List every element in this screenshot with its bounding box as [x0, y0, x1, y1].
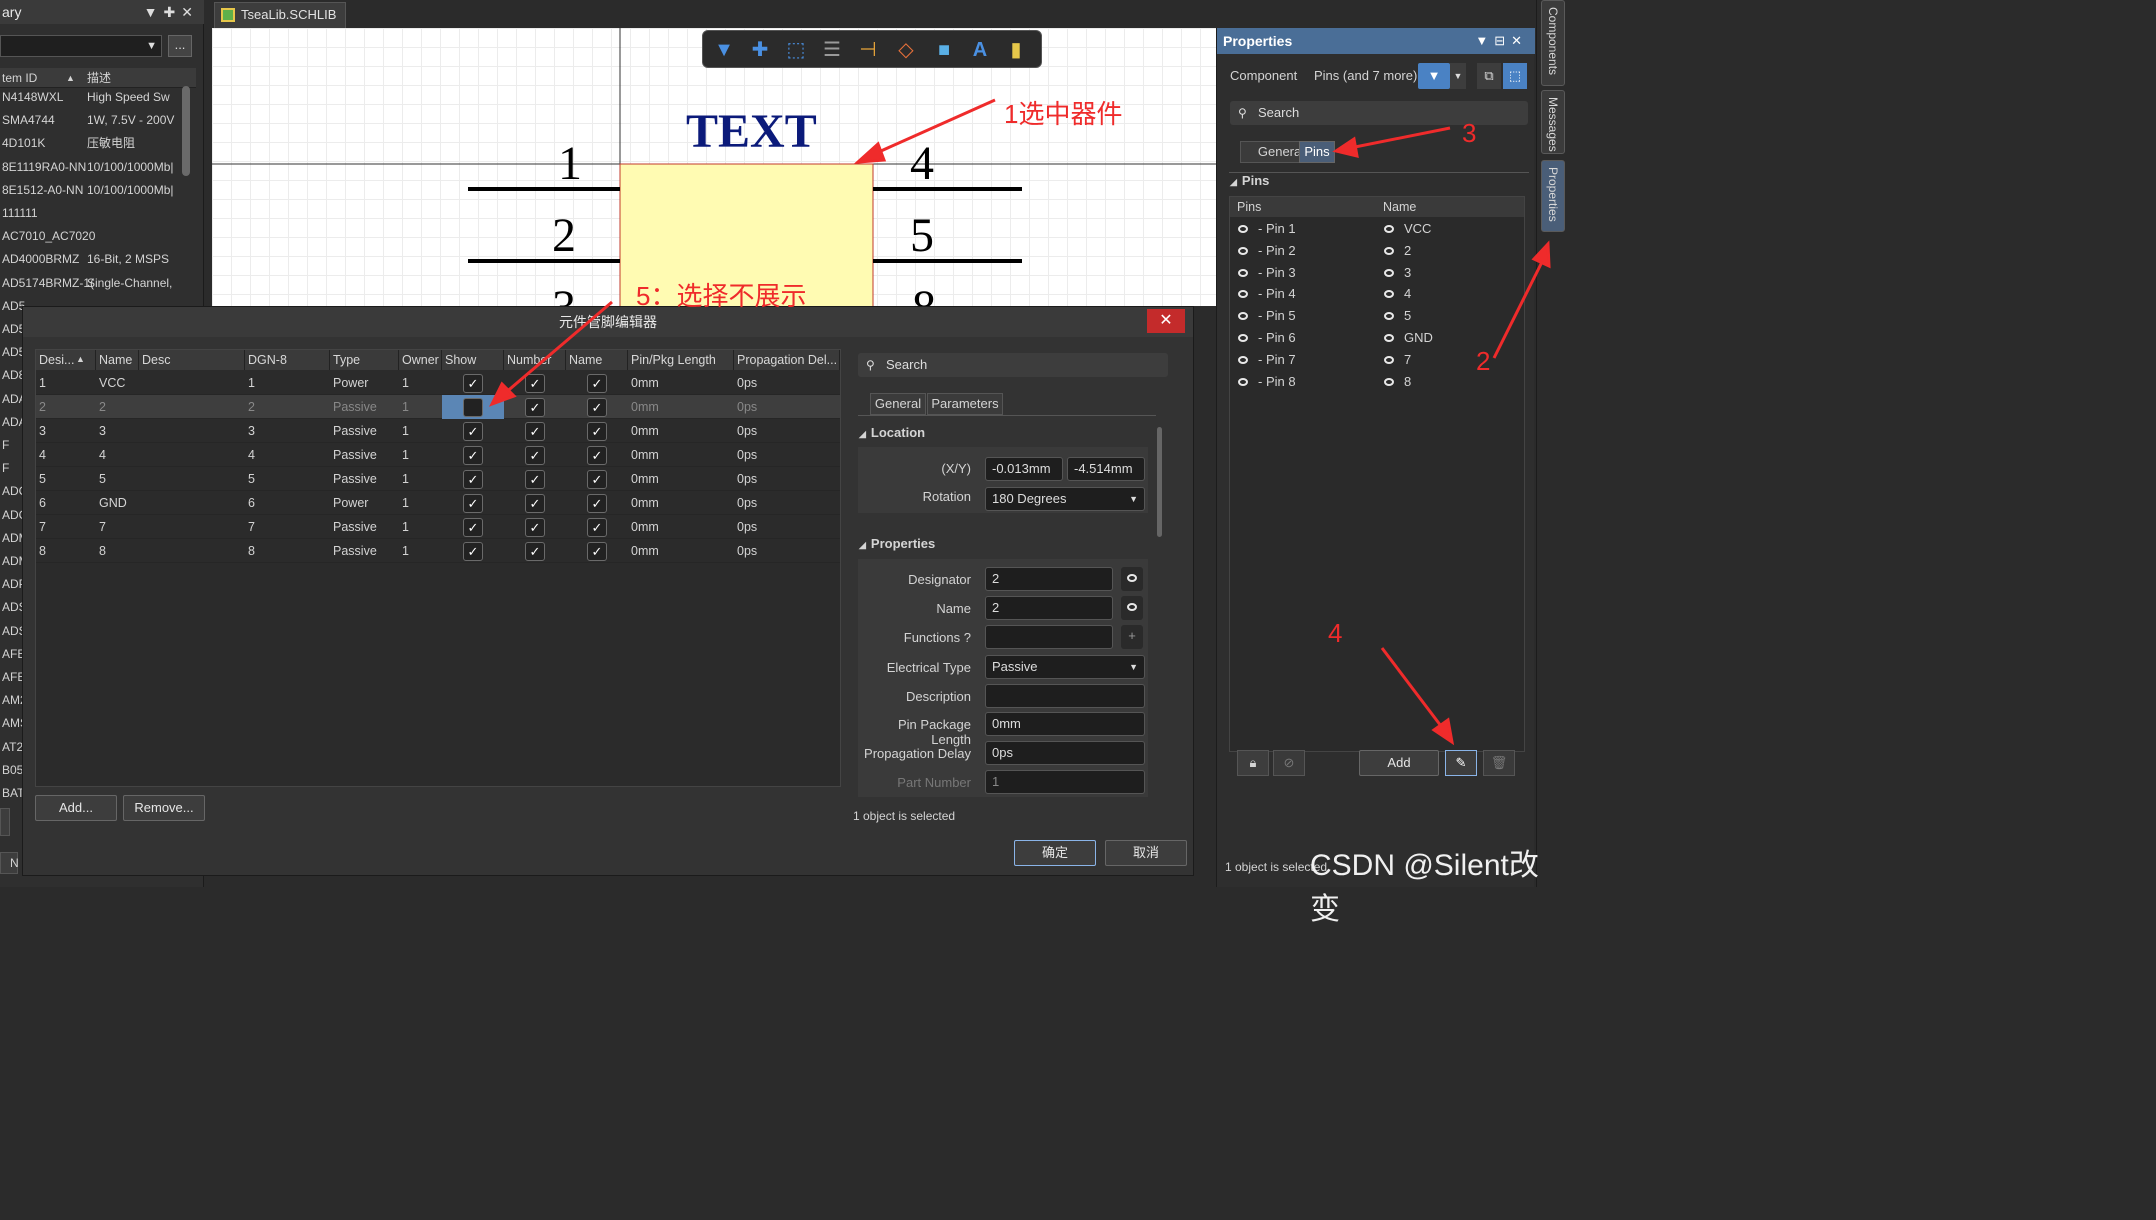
annotation-1: 1选中器件 [1004, 99, 1123, 129]
arrow-4 [1380, 647, 1446, 731]
watermark: CSDN @Silent改变 [1310, 849, 1539, 926]
annotation-4: 4 [1328, 618, 1343, 648]
annotation-3: 3 [1462, 118, 1477, 148]
annotation-arrows [488, 98, 1551, 746]
arrow-3 [1349, 126, 1451, 150]
annotation-2: 2 [1476, 346, 1491, 376]
arrow-1-head [853, 141, 887, 164]
annotation-5: 5：选择不展示 [636, 281, 807, 311]
arrow-5 [503, 300, 613, 396]
arrow-4-head [1431, 717, 1455, 746]
arrow-1 [871, 98, 996, 157]
arrow-3-head [1332, 136, 1359, 158]
arrow-2-head [1531, 240, 1551, 269]
arrow-2 [1492, 257, 1546, 359]
